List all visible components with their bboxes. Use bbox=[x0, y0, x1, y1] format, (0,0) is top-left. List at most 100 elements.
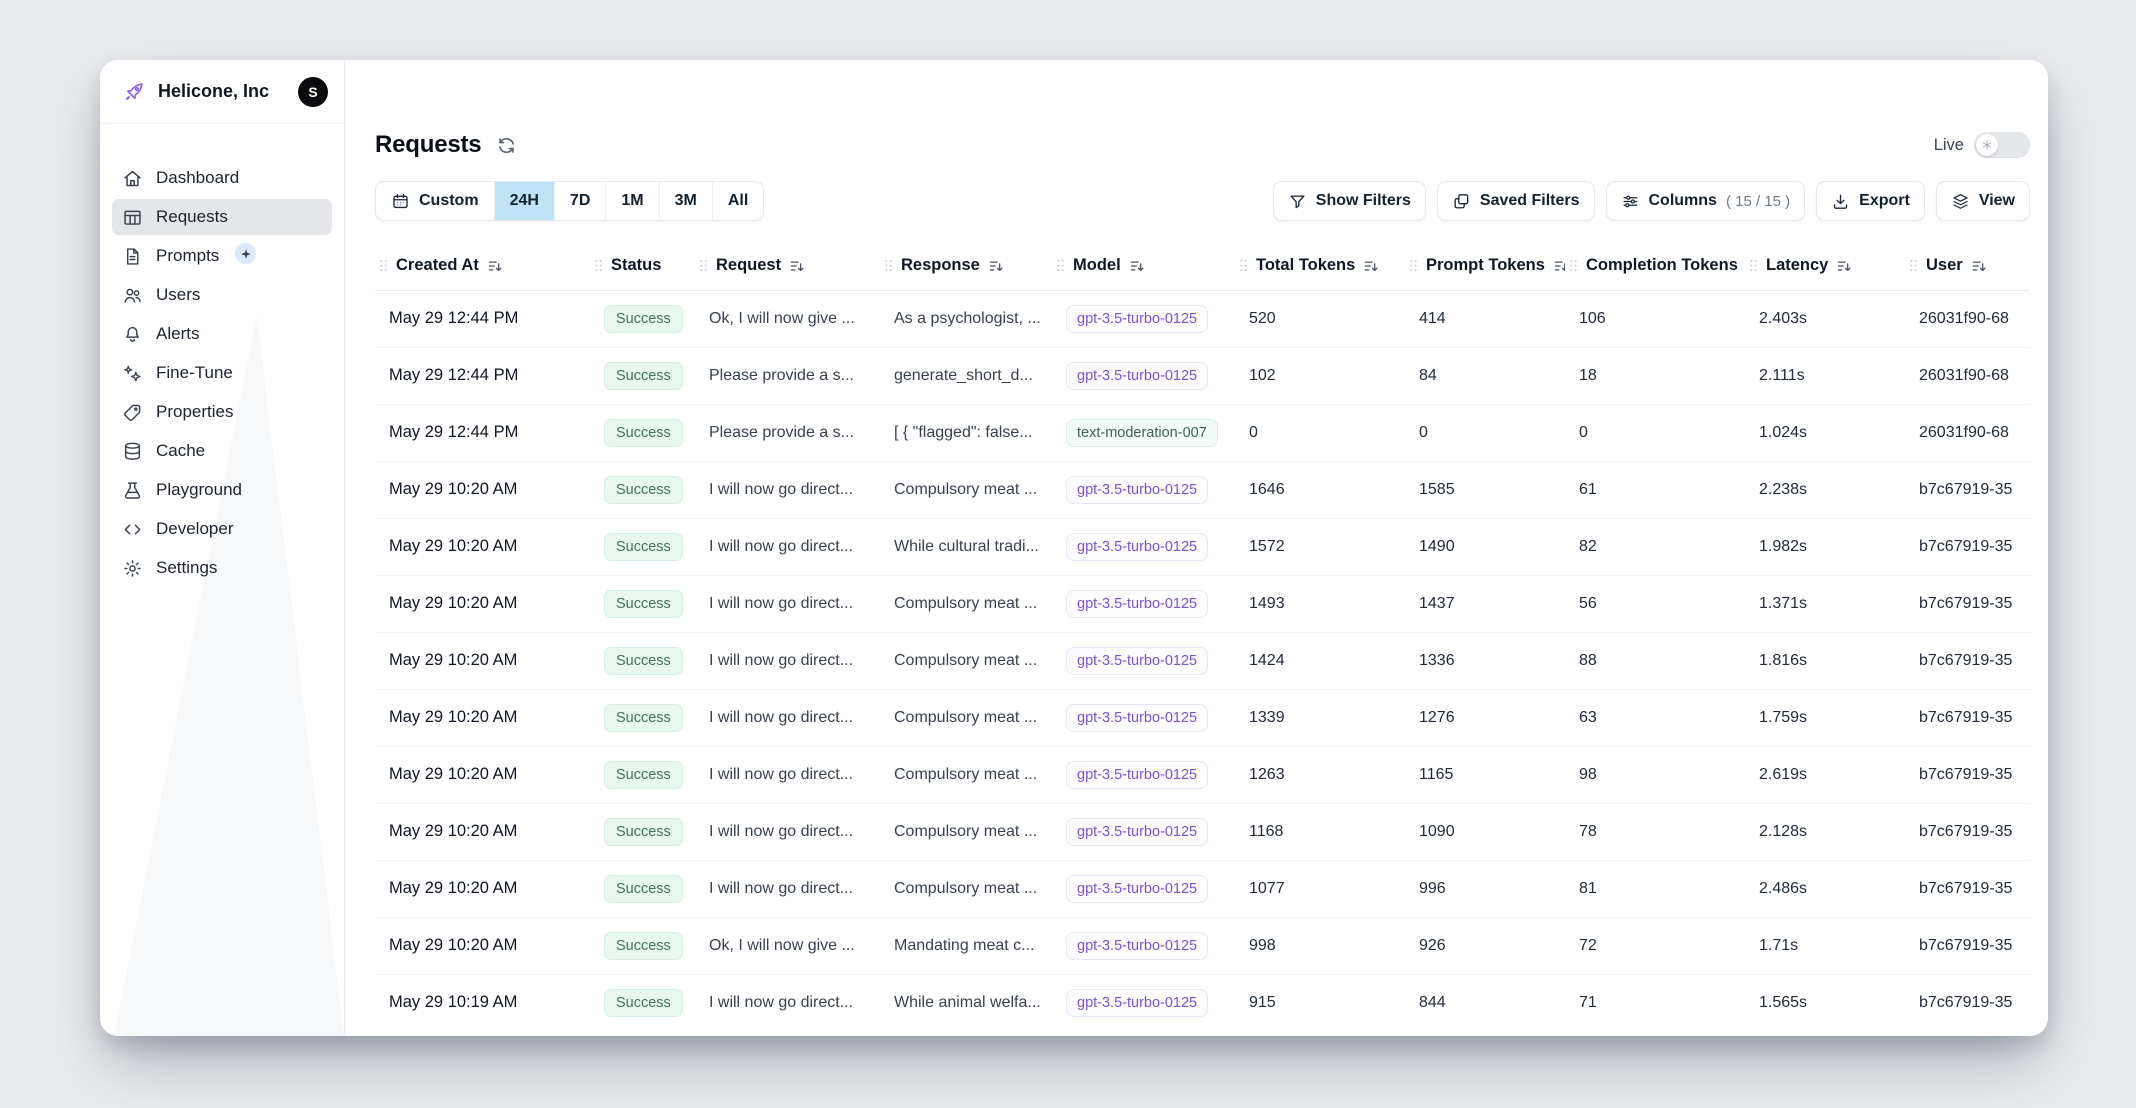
status-badge: Success bbox=[604, 476, 683, 504]
created-at-cell: May 29 12:44 PM bbox=[375, 290, 590, 347]
column-header-request[interactable]: Request bbox=[695, 242, 880, 290]
main-content: Requests Live Custom24H7D1M3MAll Show Fi… bbox=[345, 60, 2048, 1036]
view-button[interactable]: View bbox=[1936, 181, 2030, 221]
sort-icon[interactable] bbox=[1129, 258, 1145, 274]
sidebar-item-settings[interactable]: Settings bbox=[112, 550, 332, 586]
drag-handle-icon[interactable] bbox=[1749, 258, 1758, 273]
latency-cell: 1.371s bbox=[1745, 575, 1905, 632]
column-header-model[interactable]: Model bbox=[1052, 242, 1235, 290]
table-row[interactable]: May 29 10:20 AMSuccessI will now go dire… bbox=[375, 860, 2030, 917]
org-name: Helicone, Inc bbox=[158, 81, 286, 102]
column-header-latency[interactable]: Latency bbox=[1745, 242, 1905, 290]
table-row[interactable]: May 29 10:20 AMSuccessI will now go dire… bbox=[375, 575, 2030, 632]
time-range-all[interactable]: All bbox=[713, 182, 763, 220]
drag-handle-icon[interactable] bbox=[594, 258, 603, 273]
sort-icon[interactable] bbox=[1553, 258, 1565, 274]
sidebar-item-developer[interactable]: Developer bbox=[112, 511, 332, 547]
column-header-created-at[interactable]: Created At bbox=[375, 242, 590, 290]
total-tokens-cell: 1493 bbox=[1235, 575, 1405, 632]
drag-handle-icon[interactable] bbox=[1569, 258, 1578, 273]
status-badge: Success bbox=[604, 875, 683, 903]
column-header-content: Completion Tokens bbox=[1565, 256, 1745, 275]
sidebar-item-label: Settings bbox=[156, 558, 217, 578]
sidebar-item-label: Cache bbox=[156, 441, 205, 461]
sidebar-item-label: Users bbox=[156, 285, 200, 305]
status-cell: Success bbox=[590, 461, 695, 518]
sidebar-item-dashboard[interactable]: Dashboard bbox=[112, 160, 332, 196]
status-cell: Success bbox=[590, 974, 695, 1031]
refresh-icon[interactable] bbox=[496, 135, 517, 156]
completion-tokens-cell: 82 bbox=[1565, 518, 1745, 575]
time-range-3m[interactable]: 3M bbox=[660, 182, 713, 220]
request-cell: I will now go direct... bbox=[695, 746, 880, 803]
table-row[interactable]: May 29 10:20 AMSuccessI will now go dire… bbox=[375, 746, 2030, 803]
layers-icon bbox=[1951, 192, 1970, 211]
status-cell: Success bbox=[590, 746, 695, 803]
prompt-tokens-cell: 844 bbox=[1405, 974, 1565, 1031]
sidebar-item-alerts[interactable]: Alerts bbox=[112, 316, 332, 352]
table-row[interactable]: May 29 12:44 PMSuccessOk, I will now giv… bbox=[375, 290, 2030, 347]
sort-icon[interactable] bbox=[1836, 258, 1852, 274]
sort-icon[interactable] bbox=[789, 258, 805, 274]
created-at-cell: May 29 10:20 AM bbox=[375, 461, 590, 518]
drag-handle-icon[interactable] bbox=[699, 258, 708, 273]
sidebar-item-prompts[interactable]: Prompts bbox=[112, 238, 332, 274]
drag-handle-icon[interactable] bbox=[1239, 258, 1248, 273]
model-cell: gpt-3.5-turbo-0125 bbox=[1052, 746, 1235, 803]
table-body: May 29 12:44 PMSuccessOk, I will now giv… bbox=[375, 290, 2030, 1031]
status-badge: Success bbox=[604, 932, 683, 960]
time-range-custom[interactable]: Custom bbox=[376, 182, 495, 220]
completion-tokens-cell: 78 bbox=[1565, 803, 1745, 860]
sidebar-item-label: Dashboard bbox=[156, 168, 239, 188]
avatar[interactable]: S bbox=[298, 77, 328, 107]
table-row[interactable]: May 29 12:44 PMSuccessPlease provide a s… bbox=[375, 404, 2030, 461]
saved-filters-button[interactable]: Saved Filters bbox=[1437, 181, 1595, 221]
time-range-7d[interactable]: 7D bbox=[555, 182, 606, 220]
time-range-24h[interactable]: 24H bbox=[495, 182, 555, 220]
table-row[interactable]: May 29 10:20 AMSuccessI will now go dire… bbox=[375, 518, 2030, 575]
column-header-prompt-tokens[interactable]: Prompt Tokens bbox=[1405, 242, 1565, 290]
status-badge: Success bbox=[604, 362, 683, 390]
sidebar-item-requests[interactable]: Requests bbox=[112, 199, 332, 235]
completion-tokens-cell: 88 bbox=[1565, 632, 1745, 689]
table-row[interactable]: May 29 12:44 PMSuccessPlease provide a s… bbox=[375, 347, 2030, 404]
table-row[interactable]: May 29 10:20 AMSuccessI will now go dire… bbox=[375, 689, 2030, 746]
prompt-tokens-cell: 1585 bbox=[1405, 461, 1565, 518]
toolbar-actions: Show Filters Saved Filters Columns( 15 / 1… bbox=[1273, 181, 2030, 221]
sidebar-item-label: Requests bbox=[156, 207, 228, 227]
show-filters-button[interactable]: Show Filters bbox=[1273, 181, 1426, 221]
sort-icon[interactable] bbox=[1363, 258, 1379, 274]
columns-button[interactable]: Columns( 15 / 15 ) bbox=[1606, 181, 1806, 221]
table-row[interactable]: May 29 10:20 AMSuccessOk, I will now giv… bbox=[375, 917, 2030, 974]
column-header-content: Prompt Tokens bbox=[1405, 256, 1565, 275]
table-row[interactable]: May 29 10:20 AMSuccessI will now go dire… bbox=[375, 632, 2030, 689]
total-tokens-cell: 1263 bbox=[1235, 746, 1405, 803]
drag-handle-icon[interactable] bbox=[1909, 258, 1918, 273]
live-toggle[interactable] bbox=[1974, 132, 2030, 158]
sidebar-item-cache[interactable]: Cache bbox=[112, 433, 332, 469]
column-header-user[interactable]: User bbox=[1905, 242, 2030, 290]
org-header[interactable]: Helicone, Inc S bbox=[100, 60, 344, 124]
column-header-response[interactable]: Response bbox=[880, 242, 1052, 290]
sort-icon[interactable] bbox=[1971, 258, 1987, 274]
sidebar-item-users[interactable]: Users bbox=[112, 277, 332, 313]
sort-icon[interactable] bbox=[487, 258, 503, 274]
drag-handle-icon[interactable] bbox=[379, 258, 388, 273]
sidebar-item-playground[interactable]: Playground bbox=[112, 472, 332, 508]
drag-handle-icon[interactable] bbox=[884, 258, 893, 273]
sidebar-item-properties[interactable]: Properties bbox=[112, 394, 332, 430]
column-header-status[interactable]: Status bbox=[590, 242, 695, 290]
time-range-1m[interactable]: 1M bbox=[606, 182, 659, 220]
column-header-completion-tokens[interactable]: Completion Tokens bbox=[1565, 242, 1745, 290]
column-header-total-tokens[interactable]: Total Tokens bbox=[1235, 242, 1405, 290]
export-button[interactable]: Export bbox=[1816, 181, 1925, 221]
drag-handle-icon[interactable] bbox=[1056, 258, 1065, 273]
sidebar-item-fine-tune[interactable]: Fine-Tune bbox=[112, 355, 332, 391]
drag-handle-icon[interactable] bbox=[1409, 258, 1418, 273]
tag-icon bbox=[122, 402, 143, 423]
sort-icon[interactable] bbox=[988, 258, 1004, 274]
table-row[interactable]: May 29 10:20 AMSuccessI will now go dire… bbox=[375, 461, 2030, 518]
column-header-label: Latency bbox=[1766, 256, 1828, 275]
table-row[interactable]: May 29 10:19 AMSuccessI will now go dire… bbox=[375, 974, 2030, 1031]
table-row[interactable]: May 29 10:20 AMSuccessI will now go dire… bbox=[375, 803, 2030, 860]
